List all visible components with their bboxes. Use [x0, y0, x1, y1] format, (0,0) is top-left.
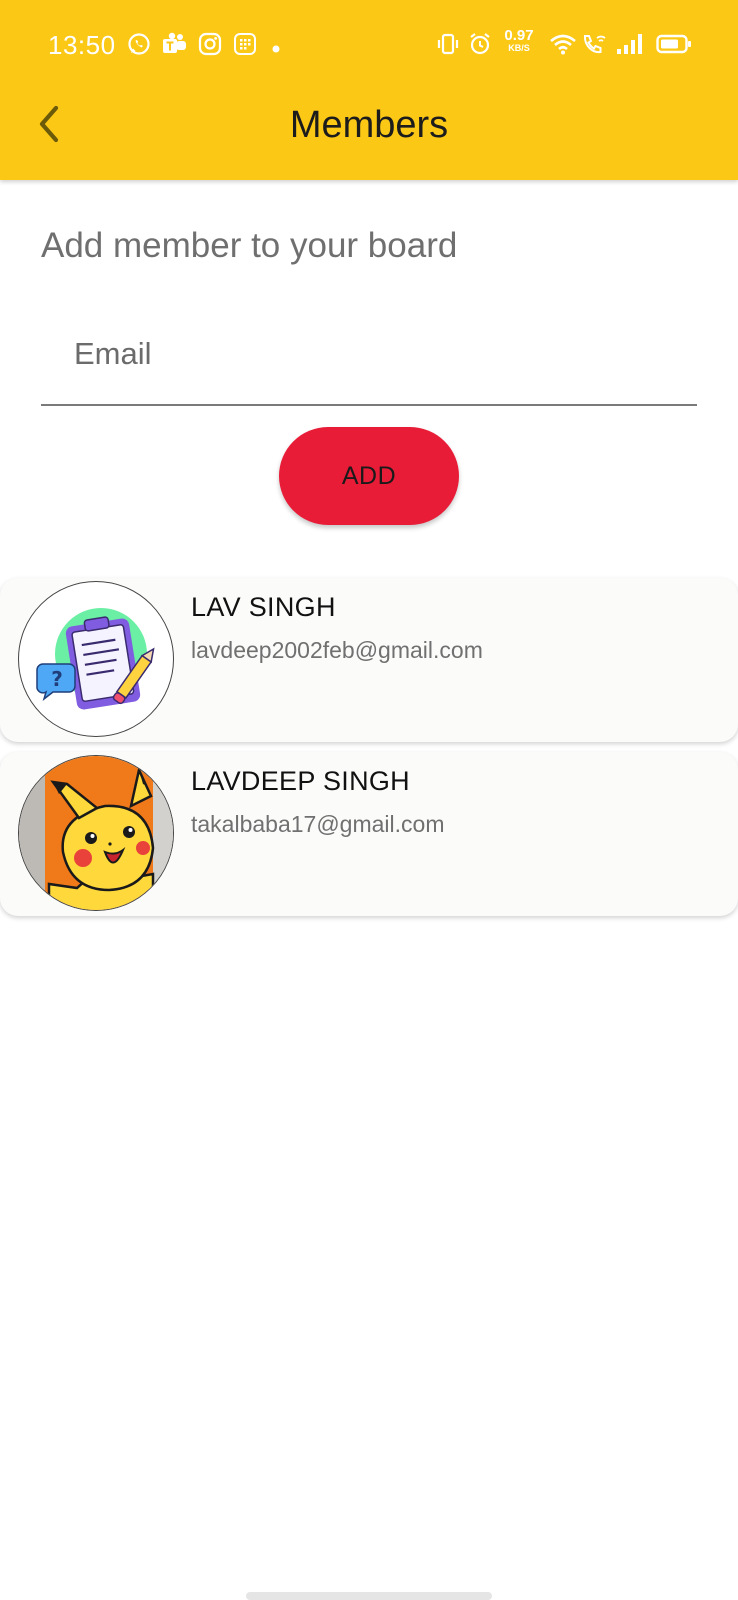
home-indicator[interactable]	[246, 1592, 492, 1600]
member-name: LAVDEEP SINGH	[191, 766, 410, 796]
grid-app-icon	[233, 32, 257, 61]
notification-dot-icon	[272, 40, 280, 58]
member-email: lavdeep2002feb@gmail.com	[191, 637, 483, 663]
member-avatar: ?	[18, 581, 174, 737]
whatsapp-icon	[127, 32, 151, 61]
email-input[interactable]	[74, 324, 674, 384]
email-field	[41, 318, 697, 406]
status-time: 13:50	[48, 30, 116, 60]
battery-icon	[656, 32, 692, 61]
wifi-call-icon	[582, 32, 608, 61]
signal-icon	[616, 32, 644, 61]
page-title: Members	[289, 104, 449, 146]
pikachu-avatar	[19, 756, 173, 910]
member-card[interactable]: LAVDEEP SINGH takalbaba17@gmail.com	[0, 752, 738, 916]
teams-icon	[162, 32, 188, 61]
wifi-icon	[549, 32, 577, 61]
members-screen: 13:50 0.97 KB/S Members Add member to yo…	[0, 0, 738, 1600]
alarm-icon	[468, 32, 492, 61]
net-speed: 0.97 KB/S	[504, 27, 534, 53]
status-bar: 13:50 0.97 KB/S	[0, 0, 738, 90]
add-member-button[interactable]: ADD	[279, 427, 459, 525]
vibrate-icon	[436, 32, 460, 61]
member-name: LAV SINGH	[191, 592, 336, 622]
member-avatar	[18, 755, 174, 911]
instagram-icon	[198, 32, 222, 61]
clipboard-illustration-avatar: ?	[36, 608, 155, 710]
member-email: takalbaba17@gmail.com	[191, 811, 445, 837]
form-subtitle: Add member to your board	[41, 226, 458, 265]
member-card[interactable]: ? LAV SINGH lavdeep2002feb@gmail.com	[0, 578, 738, 742]
svg-text:?: ?	[51, 667, 63, 691]
app-header: 13:50 0.97 KB/S Members	[0, 0, 738, 180]
